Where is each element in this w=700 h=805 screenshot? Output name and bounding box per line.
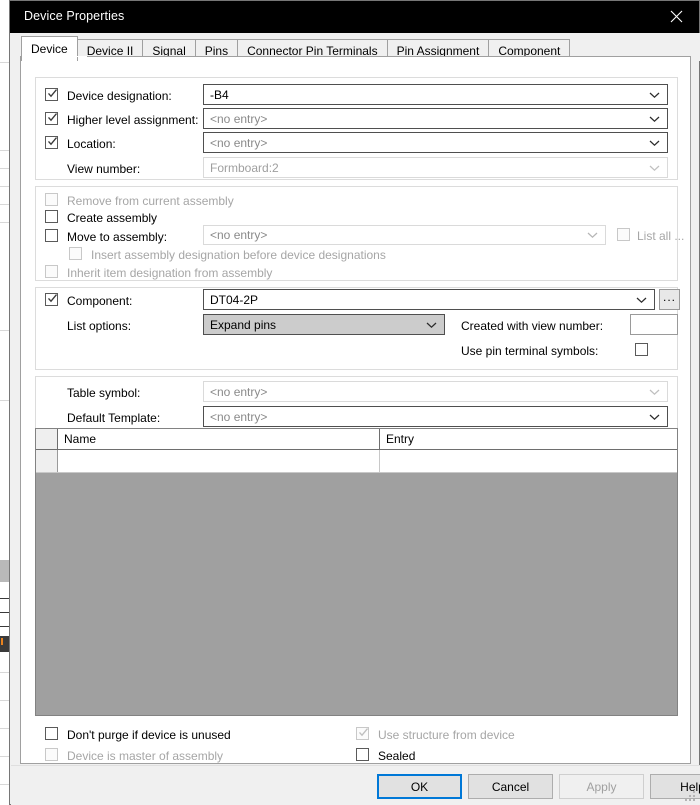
chevron-down-icon (649, 388, 660, 396)
row-selector[interactable] (36, 450, 58, 472)
higher-level-assignment-label: Higher level assignment: (67, 113, 198, 127)
use-pin-terminal-symbols-checkbox[interactable] (635, 343, 648, 356)
component-value: DT04-2P (210, 293, 258, 307)
window-title: Device Properties (24, 9, 124, 23)
check-icon (47, 112, 58, 123)
sealed-label: Sealed (378, 749, 415, 763)
row-cell-name[interactable] (58, 450, 380, 472)
insert-assembly-designation-label: Insert assembly designation before devic… (91, 248, 386, 262)
title-bar: Device Properties (10, 1, 699, 33)
chevron-down-icon (649, 164, 660, 172)
higher-level-assignment-value: <no entry> (210, 112, 267, 126)
grid-empty-area (36, 473, 677, 715)
dialog-footer: OK Cancel Apply Help (11, 765, 700, 805)
list-all-checkbox (617, 228, 630, 241)
use-structure-from-device-checkbox (356, 727, 369, 740)
default-template-label: Default Template: (67, 411, 160, 425)
created-with-view-number-input[interactable] (630, 314, 678, 335)
create-assembly-label: Create assembly (67, 211, 157, 225)
device-designation-checkbox[interactable] (45, 88, 58, 101)
check-icon (47, 88, 58, 99)
row-cell-entry[interactable] (380, 450, 678, 472)
inherit-item-designation-checkbox (45, 265, 58, 278)
device-is-master-checkbox (45, 748, 58, 761)
cancel-button[interactable]: Cancel (468, 774, 553, 799)
list-options-value: Expand pins (210, 318, 276, 332)
move-to-assembly-combo: <no entry> (203, 225, 606, 245)
grid-header-corner (36, 429, 58, 449)
move-to-assembly-value: <no entry> (210, 228, 267, 242)
use-structure-from-device-label: Use structure from device (378, 728, 515, 742)
move-to-assembly-checkbox[interactable] (45, 229, 58, 242)
chevron-down-icon (649, 91, 660, 99)
table-symbol-value: <no entry> (210, 385, 267, 399)
sealed-checkbox[interactable] (356, 748, 369, 761)
move-to-assembly-label: Move to assembly: (67, 230, 167, 244)
chevron-down-icon (649, 139, 660, 147)
use-pin-terminal-symbols-label: Use pin terminal symbols: (461, 344, 598, 358)
list-options-label: List options: (67, 319, 131, 333)
remove-from-current-assembly-label: Remove from current assembly (67, 194, 234, 208)
screen: Device Properties Device Device II Signa… (0, 0, 700, 805)
tab-page-device: Device designation: -B4 Higher level ass… (20, 57, 691, 764)
device-designation-combo[interactable]: -B4 (203, 84, 668, 105)
chevron-down-icon (587, 231, 598, 239)
device-designation-value: -B4 (210, 88, 229, 102)
chevron-down-icon (649, 413, 660, 421)
check-icon (47, 293, 58, 304)
default-template-value: <no entry> (210, 410, 267, 424)
component-combo[interactable]: DT04-2P (203, 289, 655, 310)
create-assembly-checkbox[interactable] (45, 210, 58, 223)
view-number-value: Formboard:2 (210, 161, 279, 175)
chevron-down-icon (649, 115, 660, 123)
higher-level-assignment-checkbox[interactable] (45, 112, 58, 125)
device-properties-dialog: Device Properties Device Device II Signa… (9, 0, 700, 805)
insert-assembly-designation-checkbox (69, 247, 82, 260)
device-is-master-label: Device is master of assembly (67, 749, 223, 763)
ok-button[interactable]: OK (377, 774, 462, 799)
resize-grip[interactable] (685, 791, 697, 803)
apply-button: Apply (559, 774, 644, 799)
chevron-down-icon (636, 296, 647, 304)
grid-header-name[interactable]: Name (58, 429, 380, 449)
grid-header-entry[interactable]: Entry (380, 429, 678, 449)
inherit-item-designation-label: Inherit item designation from assembly (67, 266, 272, 280)
close-icon[interactable] (654, 1, 699, 32)
table-row[interactable] (36, 450, 677, 473)
table-symbol-combo: <no entry> (203, 381, 668, 402)
list-options-combo[interactable]: Expand pins (203, 314, 445, 335)
list-all-label: List all ... (637, 229, 684, 243)
remove-from-current-assembly-checkbox (45, 193, 58, 206)
table-symbol-label: Table symbol: (67, 386, 140, 400)
check-icon (47, 136, 58, 147)
component-browse-button[interactable]: ... (659, 289, 680, 310)
view-number-label: View number: (67, 162, 140, 176)
location-value: <no entry> (210, 136, 267, 150)
device-designation-label: Device designation: (67, 89, 172, 103)
check-icon (358, 727, 369, 738)
chevron-down-icon (426, 321, 437, 329)
component-label: Component: (67, 294, 132, 308)
dont-purge-label: Don't purge if device is unused (67, 728, 231, 742)
grid-header-row: Name Entry (36, 429, 677, 450)
location-combo[interactable]: <no entry> (203, 132, 668, 153)
tab-device[interactable]: Device (21, 36, 78, 61)
created-with-view-number-label: Created with view number: (461, 319, 603, 333)
default-template-combo[interactable]: <no entry> (203, 406, 668, 427)
higher-level-assignment-combo[interactable]: <no entry> (203, 108, 668, 129)
component-checkbox[interactable] (45, 293, 58, 306)
view-number-combo: Formboard:2 (203, 157, 668, 178)
dont-purge-checkbox[interactable] (45, 727, 58, 740)
background-application-strip (0, 0, 9, 805)
location-checkbox[interactable] (45, 136, 58, 149)
properties-grid[interactable]: Name Entry (35, 428, 678, 716)
active-tab-underline-gap (32, 56, 87, 57)
location-label: Location: (67, 137, 116, 151)
